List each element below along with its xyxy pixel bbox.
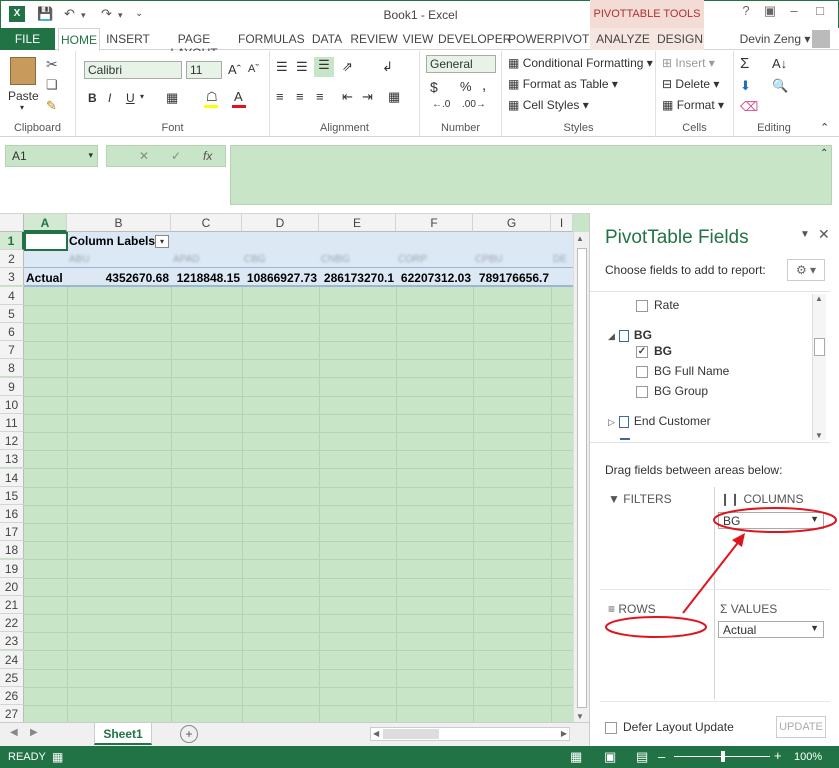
zoom-level[interactable]: 100% (794, 751, 822, 763)
rows-highlight-ellipse (605, 616, 707, 638)
macro-record-icon[interactable]: ▦ (52, 750, 63, 764)
normal-view-icon[interactable]: ▦ (570, 749, 582, 765)
status-ready: READY (8, 751, 46, 763)
zoom-in-icon[interactable]: + (774, 748, 782, 763)
status-bar: READY ▦ ▦ ▣ ▤ – + 100% (0, 746, 839, 768)
annotation-overlay (605, 507, 837, 638)
zoom-out-icon[interactable]: – (658, 749, 665, 764)
page-layout-view-icon[interactable]: ▣ (604, 749, 616, 765)
zoom-slider-thumb[interactable] (721, 751, 725, 762)
move-arrow-line (682, 539, 741, 614)
columns-highlight-ellipse (713, 507, 837, 533)
page-break-view-icon[interactable]: ▤ (636, 749, 648, 765)
move-arrow-head (732, 533, 745, 547)
